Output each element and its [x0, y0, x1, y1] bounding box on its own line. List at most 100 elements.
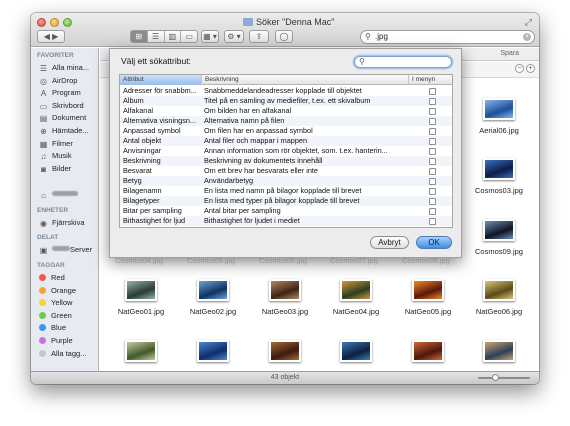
in-menu-checkbox[interactable] — [429, 208, 436, 215]
file-item[interactable]: Aerial06.jpg — [463, 98, 535, 135]
sidebar-tag[interactable]: Yellow — [39, 298, 72, 307]
file-thumbnail[interactable] — [412, 340, 444, 362]
sidebar-item-home[interactable]: ⌂ — [39, 190, 78, 200]
table-row[interactable]: Anpassad symbol Om filen har en anpassad … — [120, 126, 452, 136]
file-item[interactable]: Cosmos09.jpg — [463, 219, 535, 256]
file-thumbnail[interactable] — [269, 340, 301, 362]
in-menu-checkbox[interactable] — [429, 118, 436, 125]
file-item[interactable] — [320, 340, 392, 362]
clear-search-icon[interactable]: × — [523, 33, 531, 41]
in-menu-checkbox[interactable] — [429, 168, 436, 175]
in-menu-checkbox[interactable] — [429, 148, 436, 155]
file-item[interactable]: NatGeo05.jpg — [392, 279, 464, 316]
in-menu-checkbox[interactable] — [429, 108, 436, 115]
tags-button[interactable]: ◯ — [275, 30, 293, 43]
file-item[interactable]: NatGeo04.jpg — [320, 279, 392, 316]
sidebar-tag[interactable]: Green — [39, 311, 72, 320]
sidebar-item-remote-disc[interactable]: ◉ Fjärrskiva — [39, 218, 85, 228]
file-item[interactable]: NatGeo02.jpg — [177, 279, 249, 316]
file-item[interactable] — [105, 340, 177, 362]
in-menu-checkbox[interactable] — [429, 178, 436, 185]
sidebar-item[interactable]: ⊕ Hämtade... — [39, 126, 89, 136]
table-row[interactable]: Alternativa visningsn... Alternativa namn… — [120, 116, 452, 126]
table-row[interactable]: Bitar per sampling Antal bitar per sampli… — [120, 206, 452, 216]
view-mode-buttons[interactable]: ⊞ ☰ ▥ ▭ — [130, 30, 198, 43]
file-name[interactable]: NatGeo02.jpg — [177, 307, 249, 316]
column-header-in-menu[interactable]: I menyn — [409, 75, 452, 85]
file-name[interactable]: Aerial06.jpg — [463, 126, 535, 135]
cancel-button[interactable]: Avbryt — [370, 236, 409, 249]
in-menu-checkbox[interactable] — [429, 188, 436, 195]
file-name[interactable]: NatGeo06.jpg — [463, 307, 535, 316]
table-row[interactable]: Alfakanal Om bilden har en alfakanal — [120, 106, 452, 116]
sidebar-item[interactable]: ♫ Musik — [39, 151, 72, 161]
file-thumbnail[interactable] — [483, 98, 515, 120]
table-row[interactable]: Bilagetyper En lista med typer på bilagor… — [120, 196, 452, 206]
slider-knob[interactable] — [492, 374, 499, 381]
file-item[interactable]: NatGeo03.jpg — [249, 279, 321, 316]
sidebar-item[interactable]: ☰ Alla mina... — [39, 63, 89, 73]
icon-size-slider[interactable] — [478, 374, 530, 381]
arrange-button[interactable]: ▦ ▾ — [201, 30, 219, 43]
minimize-window-button[interactable] — [50, 18, 59, 27]
table-row[interactable]: Bilagenamn En lista med namn på bilagor k… — [120, 186, 452, 196]
in-menu-checkbox[interactable] — [429, 128, 436, 135]
file-thumbnail[interactable] — [483, 158, 515, 180]
table-row[interactable]: Bithastighet för ljud Bithastighet för lj… — [120, 216, 452, 226]
file-thumbnail[interactable] — [125, 279, 157, 301]
file-thumbnail[interactable] — [483, 219, 515, 241]
file-thumbnail[interactable] — [483, 340, 515, 362]
file-name[interactable]: Cosmos09.jpg — [463, 247, 535, 256]
sidebar-item[interactable]: ▤ Dokument — [39, 113, 86, 123]
table-row[interactable]: Album Titel på en samling av mediefiler, … — [120, 96, 452, 106]
column-header-description[interactable]: Beskrivning — [202, 75, 409, 85]
file-thumbnail[interactable] — [125, 340, 157, 362]
file-item[interactable]: NatGeo01.jpg — [105, 279, 177, 316]
in-menu-checkbox[interactable] — [429, 98, 436, 105]
file-item[interactable]: NatGeo06.jpg — [463, 279, 535, 316]
ok-button[interactable]: OK — [416, 236, 452, 249]
sidebar-tag[interactable]: Orange — [39, 286, 76, 295]
in-menu-checkbox[interactable] — [429, 138, 436, 145]
file-item[interactable] — [177, 340, 249, 362]
share-button[interactable]: ⇪ — [249, 30, 269, 43]
icon-view-button[interactable]: ⊞ — [131, 31, 148, 42]
table-row[interactable]: Besvarat Om ett brev har besvarats eller … — [120, 166, 452, 176]
column-header-attribute[interactable]: Attribut — [120, 75, 202, 85]
in-menu-checkbox[interactable] — [429, 88, 436, 95]
coverflow-view-button[interactable]: ▭ — [181, 31, 197, 42]
search-input[interactable]: ⚲ .jpg × — [360, 30, 535, 44]
file-thumbnail[interactable] — [340, 340, 372, 362]
table-row[interactable]: Antal objekt Antal filer och mappar i map… — [120, 136, 452, 146]
sidebar-item[interactable]: ◙ Bilder — [39, 164, 71, 174]
file-thumbnail[interactable] — [412, 279, 444, 301]
sidebar-item[interactable]: ▭ Skrivbord — [39, 101, 84, 111]
file-thumbnail[interactable] — [197, 340, 229, 362]
save-search-button[interactable]: Spara — [500, 50, 519, 57]
file-thumbnail[interactable] — [340, 279, 372, 301]
sidebar-tag[interactable]: Alla tagg... — [39, 349, 86, 358]
close-window-button[interactable] — [37, 18, 46, 27]
action-gear-button[interactable]: ⚙ ▾ — [224, 30, 244, 43]
file-item[interactable] — [392, 340, 464, 362]
sidebar-item-server[interactable]: ▣ Server — [39, 245, 92, 255]
attribute-search-input[interactable]: ⚲ — [354, 56, 452, 68]
file-item[interactable] — [463, 340, 535, 362]
back-forward-buttons[interactable]: ◀ ▶ — [37, 30, 65, 43]
table-row[interactable]: Anvisningar Annan information som rör obj… — [120, 146, 452, 156]
file-name[interactable]: NatGeo04.jpg — [320, 307, 392, 316]
list-view-button[interactable]: ☰ — [148, 31, 165, 42]
sidebar-tag[interactable]: Blue — [39, 323, 66, 332]
file-name[interactable]: Cosmos03.jpg — [463, 186, 535, 195]
table-row[interactable]: Beskrivning Beskrivning av dokumentets in… — [120, 156, 452, 166]
fullscreen-icon[interactable]: ⤢ — [525, 17, 532, 28]
in-menu-checkbox[interactable] — [429, 158, 436, 165]
table-row[interactable]: Adresser för snabbm... Snabbmeddelandeadr… — [120, 86, 452, 96]
column-view-button[interactable]: ▥ — [165, 31, 182, 42]
in-menu-checkbox[interactable] — [429, 218, 436, 225]
file-item[interactable] — [249, 340, 321, 362]
in-menu-checkbox[interactable] — [429, 198, 436, 205]
sidebar-item[interactable]: ▦ Filmer — [39, 139, 73, 149]
add-criterion-button[interactable]: + — [526, 64, 535, 73]
file-name[interactable]: NatGeo05.jpg — [392, 307, 464, 316]
